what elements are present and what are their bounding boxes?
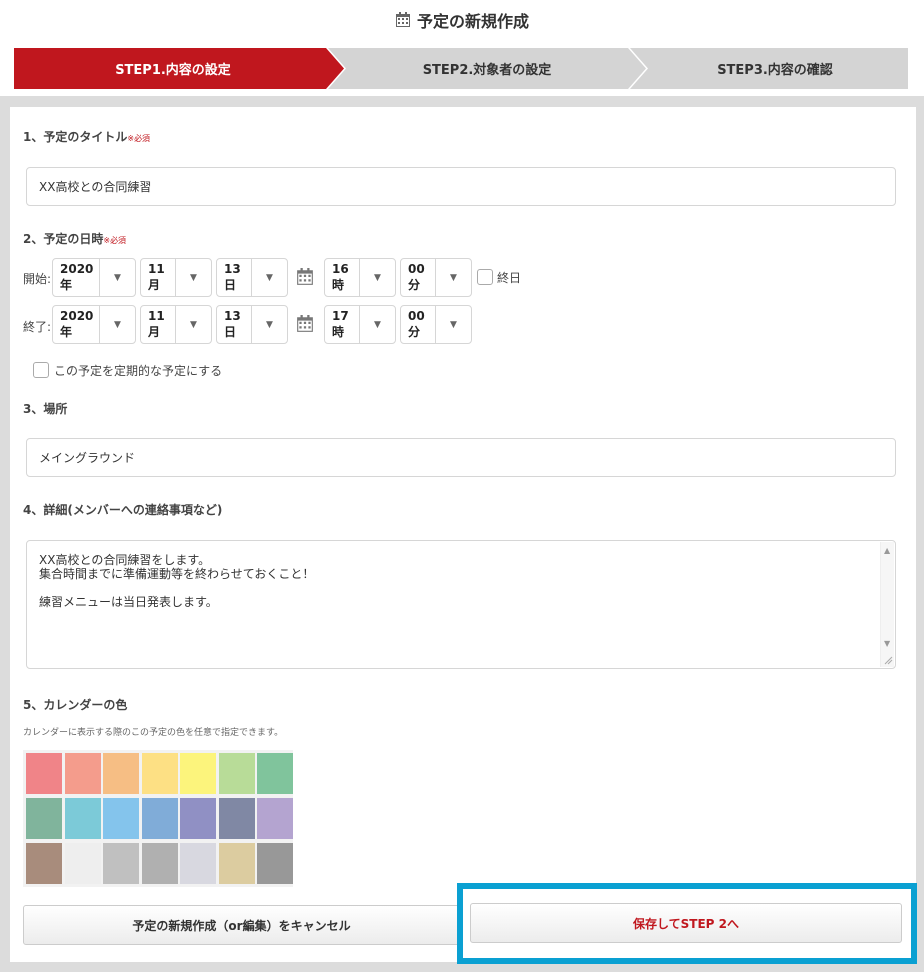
datetime-label-text: 2、予定の日時 xyxy=(23,232,104,246)
color-swatch[interactable] xyxy=(180,753,216,794)
step-progress: STEP1.内容の設定 STEP2.対象者の設定 STEP3.内容の確認 xyxy=(14,48,908,89)
color-swatch[interactable] xyxy=(218,798,255,839)
color-palette xyxy=(23,750,293,887)
end-minute-select[interactable]: 00分 ▼ xyxy=(400,305,472,344)
start-label: 開始: xyxy=(23,272,52,286)
calendar-picker-icon[interactable] xyxy=(296,268,314,286)
calendar-icon xyxy=(395,12,410,27)
place-section-label: 3、場所 xyxy=(23,402,68,416)
resize-grip-icon[interactable] xyxy=(883,655,893,665)
color-swatch[interactable] xyxy=(257,843,293,884)
end-hour-select[interactable]: 17時 ▼ xyxy=(324,305,396,344)
start-year-value: 2020年 xyxy=(60,262,94,292)
color-swatch[interactable] xyxy=(141,753,178,794)
color-swatch[interactable] xyxy=(218,753,255,794)
end-label: 終了: xyxy=(23,320,52,334)
color-hint: カレンダーに表示する際のこの予定の色を任意で指定できます。 xyxy=(23,728,284,738)
details-line xyxy=(39,581,883,595)
chevron-down-icon: ▼ xyxy=(435,306,471,343)
color-swatch[interactable] xyxy=(257,753,293,794)
color-swatch[interactable] xyxy=(103,798,139,839)
cancel-button[interactable]: 予定の新規作成（or編集）をキャンセル xyxy=(23,905,460,945)
color-swatch[interactable] xyxy=(64,843,101,884)
start-month-value: 11月 xyxy=(148,262,165,292)
start-day-select[interactable]: 13日 ▼ xyxy=(216,258,288,297)
all-day-label: 終日 xyxy=(497,271,522,285)
chevron-down-icon: ▼ xyxy=(251,306,287,343)
end-month-select[interactable]: 11月 ▼ xyxy=(140,305,212,344)
textarea-scrollbar[interactable]: ▲ ▼ xyxy=(880,542,894,667)
start-hour-select[interactable]: 16時 ▼ xyxy=(324,258,396,297)
end-minute-value: 00分 xyxy=(408,309,425,339)
chevron-down-icon: ▼ xyxy=(99,306,135,343)
required-mark: ※必須 xyxy=(103,236,127,245)
color-section-label: 5、カレンダーの色 xyxy=(23,698,128,712)
color-swatch[interactable] xyxy=(26,798,62,839)
start-year-select[interactable]: 2020年 ▼ xyxy=(52,258,136,297)
color-swatch[interactable] xyxy=(180,798,216,839)
chevron-down-icon: ▼ xyxy=(359,259,395,296)
recurring-label: この予定を定期的な予定にする xyxy=(54,364,223,378)
color-swatch[interactable] xyxy=(26,753,62,794)
chevron-down-icon: ▼ xyxy=(359,306,395,343)
step-1-label: STEP1.内容の設定 xyxy=(115,63,231,78)
end-hour-value: 17時 xyxy=(332,309,349,339)
color-swatch[interactable] xyxy=(257,798,293,839)
details-line: 集合時間までに準備運動等を終わらせておくこと！ xyxy=(39,567,315,581)
chevron-down-icon: ▼ xyxy=(175,259,211,296)
start-minute-select[interactable]: 00分 ▼ xyxy=(400,258,472,297)
start-month-select[interactable]: 11月 ▼ xyxy=(140,258,212,297)
highlight-box xyxy=(457,883,917,964)
color-swatch[interactable] xyxy=(103,753,139,794)
end-day-value: 13日 xyxy=(224,309,241,339)
color-swatch[interactable] xyxy=(64,753,101,794)
start-day-value: 13日 xyxy=(224,262,241,292)
start-minute-value: 00分 xyxy=(408,262,425,292)
page-title-text: 予定の新規作成 xyxy=(416,12,529,31)
end-day-select[interactable]: 13日 ▼ xyxy=(216,305,288,344)
color-swatch[interactable] xyxy=(141,843,178,884)
calendar-picker-icon[interactable] xyxy=(296,315,314,333)
color-swatch[interactable] xyxy=(218,843,255,884)
page-title: 予定の新規作成 xyxy=(0,0,924,40)
details-line: 練習メニューは当日発表します。 xyxy=(39,595,218,609)
recurring-checkbox[interactable] xyxy=(33,362,49,378)
scroll-down-icon[interactable]: ▼ xyxy=(884,637,890,651)
color-swatch[interactable] xyxy=(103,843,139,884)
color-swatch[interactable] xyxy=(141,798,178,839)
start-hour-value: 16時 xyxy=(332,262,349,292)
title-section-label: 1、予定のタイトル※必須 xyxy=(23,128,150,145)
chevron-down-icon: ▼ xyxy=(435,259,471,296)
details-textarea[interactable]: XX高校との合同練習をします。 集合時間までに準備運動等を終わらせておくこと！ … xyxy=(26,540,896,669)
chevron-down-icon: ▼ xyxy=(175,306,211,343)
details-line: XX高校との合同練習をします。 xyxy=(39,553,211,567)
all-day-checkbox[interactable] xyxy=(477,269,493,285)
step-2-label: STEP2.対象者の設定 xyxy=(422,63,552,78)
chevron-down-icon: ▼ xyxy=(99,259,135,296)
color-swatch[interactable] xyxy=(64,798,101,839)
color-swatch[interactable] xyxy=(26,843,62,884)
title-label-text: 1、予定のタイトル xyxy=(23,130,128,144)
title-input[interactable]: XX高校との合同練習 xyxy=(26,167,896,206)
color-swatch[interactable] xyxy=(180,843,216,884)
required-mark: ※必須 xyxy=(127,134,151,143)
datetime-section-label: 2、予定の日時※必須 xyxy=(23,230,126,247)
end-month-value: 11月 xyxy=(148,309,165,339)
details-section-label: 4、詳細(メンバーへの連絡事項など) xyxy=(23,503,223,517)
end-year-value: 2020年 xyxy=(60,309,94,339)
place-input[interactable]: メイングラウンド xyxy=(26,438,896,477)
step-3-label: STEP3.内容の確認 xyxy=(717,63,833,78)
chevron-down-icon: ▼ xyxy=(251,259,287,296)
end-year-select[interactable]: 2020年 ▼ xyxy=(52,305,136,344)
scroll-up-icon[interactable]: ▲ xyxy=(884,544,890,558)
